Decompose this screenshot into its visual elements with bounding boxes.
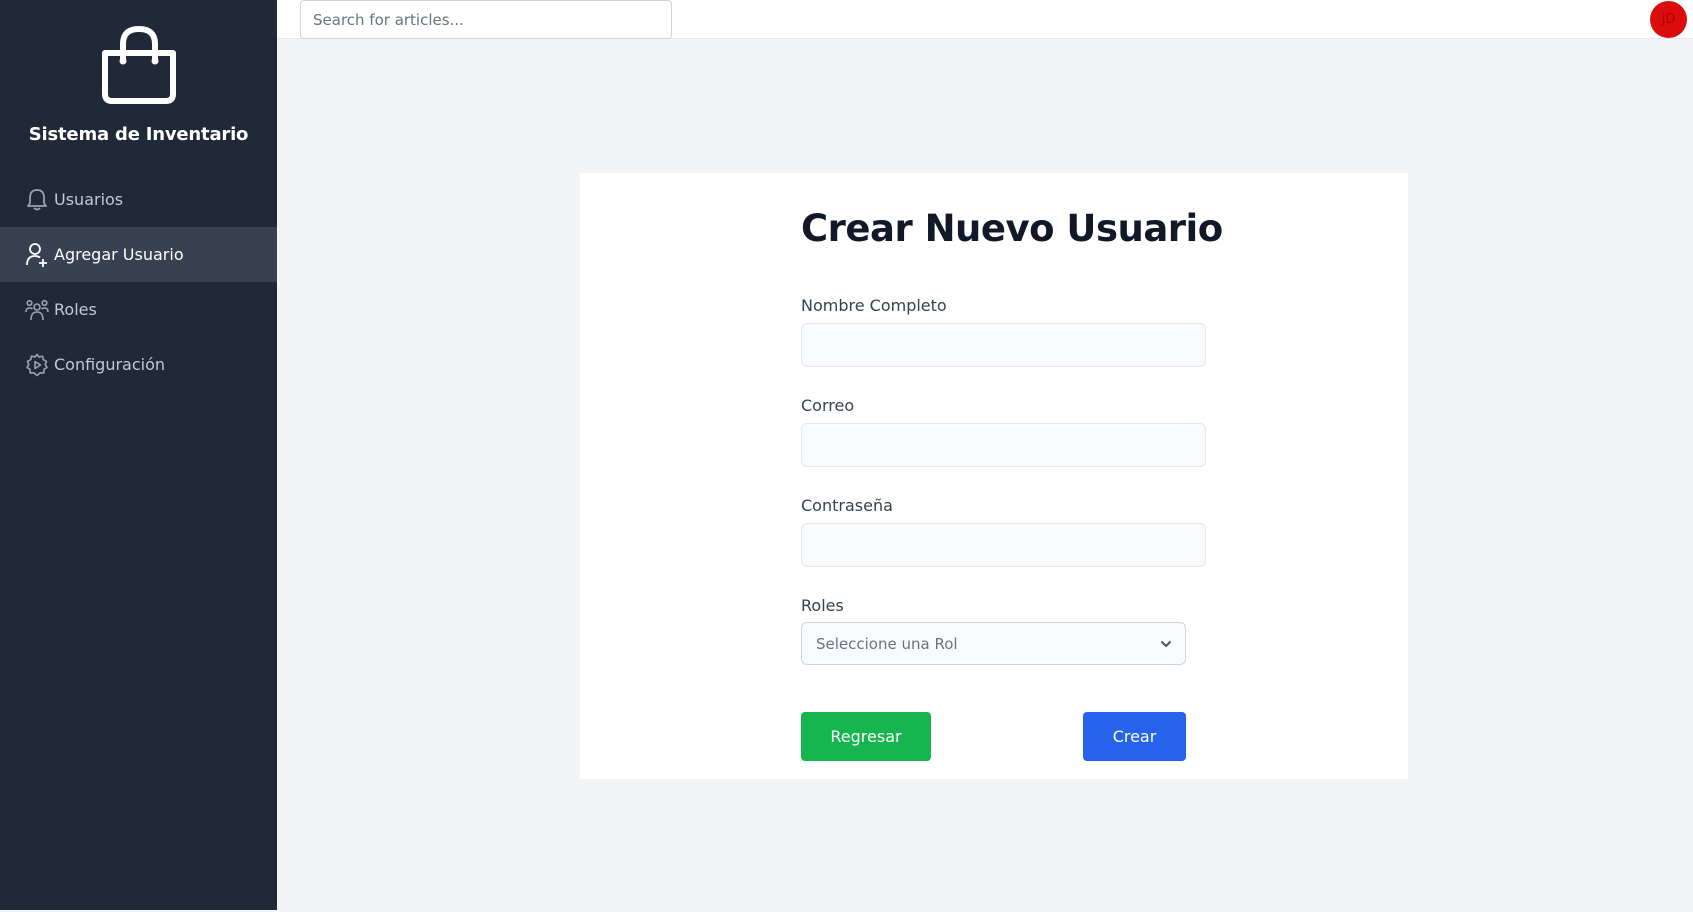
sidebar-item-configuracion[interactable]: Configuración — [0, 337, 277, 392]
roles-select[interactable]: Seleccione una Rol — [801, 622, 1186, 665]
sidebar-item-usuarios[interactable]: Usuarios — [0, 172, 277, 227]
sidebar-item-agregar-usuario[interactable]: Agregar Usuario — [0, 227, 277, 282]
brand-name: Sistema de Inventario — [28, 124, 249, 145]
full-name-field[interactable] — [801, 323, 1206, 367]
email-field[interactable] — [801, 423, 1206, 467]
brand-logo — [0, 26, 277, 104]
search-input[interactable] — [300, 0, 672, 39]
roles-select-value: Seleccione una Rol — [816, 634, 958, 653]
password-label: Contraseña — [801, 496, 893, 515]
shopping-bag-icon — [101, 26, 176, 104]
roles-label: Roles — [801, 596, 844, 615]
page-title: Crear Nuevo Usuario — [801, 207, 1223, 250]
create-button[interactable]: Crear — [1083, 712, 1186, 761]
sidebar-item-label: Roles — [54, 300, 97, 319]
user-plus-icon — [25, 242, 49, 267]
sidebar-item-label: Agregar Usuario — [54, 245, 184, 264]
create-user-card: Crear Nuevo Usuario Nombre Completo Corr… — [580, 173, 1408, 779]
users-group-icon — [25, 298, 49, 322]
back-button[interactable]: Regresar — [801, 712, 931, 761]
sidebar-item-label: Configuración — [54, 355, 166, 374]
avatar[interactable]: JD — [1650, 1, 1687, 38]
sidebar-item-roles[interactable]: Roles — [0, 282, 277, 337]
sidebar-nav: Usuarios Agregar Usuario Roles Configura… — [0, 172, 277, 392]
gear-icon — [25, 353, 49, 377]
topbar: JD — [277, 0, 1693, 39]
bell-icon — [25, 188, 49, 212]
sidebar: Sistema de Inventario Usuarios Agregar U… — [0, 0, 277, 910]
password-field[interactable] — [801, 523, 1206, 567]
sidebar-item-label: Usuarios — [54, 190, 124, 209]
email-label: Correo — [801, 396, 855, 415]
chevron-down-icon — [1161, 641, 1171, 647]
name-label: Nombre Completo — [801, 296, 947, 315]
